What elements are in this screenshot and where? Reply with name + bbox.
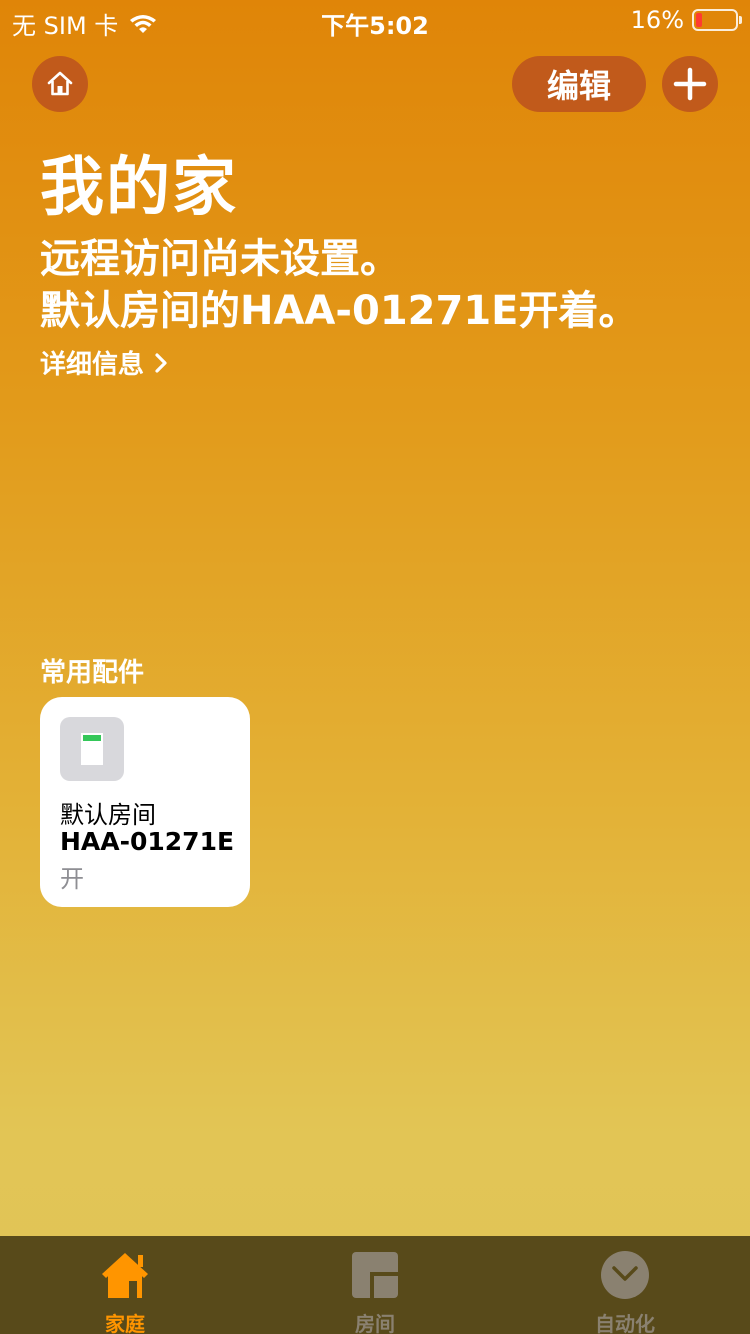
battery-percent: 16% (630, 6, 684, 34)
details-link[interactable]: 详细信息 (40, 344, 168, 381)
automation-icon (601, 1251, 649, 1299)
carrier-label: 无 SIM 卡 (12, 12, 119, 40)
tab-label: 房间 (355, 1312, 395, 1334)
plus-icon (673, 67, 707, 101)
favorites-section-title: 常用配件 (40, 658, 145, 688)
status-summary-line[interactable]: 默认房间的HAA-01271E开着。 (40, 278, 638, 336)
tab-automation[interactable]: 自动化 (500, 1236, 750, 1334)
add-button[interactable] (662, 56, 718, 112)
battery-icon (692, 9, 742, 31)
accessory-state: 开 (60, 865, 84, 893)
details-label: 详细信息 (40, 350, 145, 380)
accessory-tile[interactable]: 默认房间 HAA-01271E 开 (40, 697, 250, 907)
tab-rooms[interactable]: 房间 (250, 1236, 500, 1334)
tab-label: 自动化 (595, 1312, 655, 1334)
status-right: 16% (630, 6, 742, 34)
switch-icon (60, 717, 124, 781)
tab-home[interactable]: 家庭 (0, 1236, 250, 1334)
wifi-icon (130, 14, 157, 33)
home-settings-button[interactable] (32, 56, 88, 112)
house-outline-icon (47, 71, 73, 96)
tab-label: 家庭 (105, 1312, 145, 1334)
battery-level-fill (696, 13, 702, 27)
status-summary-line[interactable]: 远程访问尚未设置。 (40, 226, 400, 284)
status-bar: 无 SIM 卡 下午5:02 16% (0, 0, 750, 40)
rooms-icon (352, 1252, 398, 1298)
accessory-room: 默认房间 (60, 801, 156, 829)
status-carrier: 无 SIM 卡 (12, 6, 158, 41)
house-icon (102, 1253, 148, 1298)
accessory-name: HAA-01271E (60, 827, 235, 856)
switch-indicator (81, 733, 103, 765)
edit-button[interactable]: 编辑 (512, 56, 646, 112)
chevron-right-icon (155, 352, 167, 373)
tab-bar: 家庭 房间 自动化 (0, 1236, 750, 1334)
page-title: 我的家 (40, 151, 238, 225)
